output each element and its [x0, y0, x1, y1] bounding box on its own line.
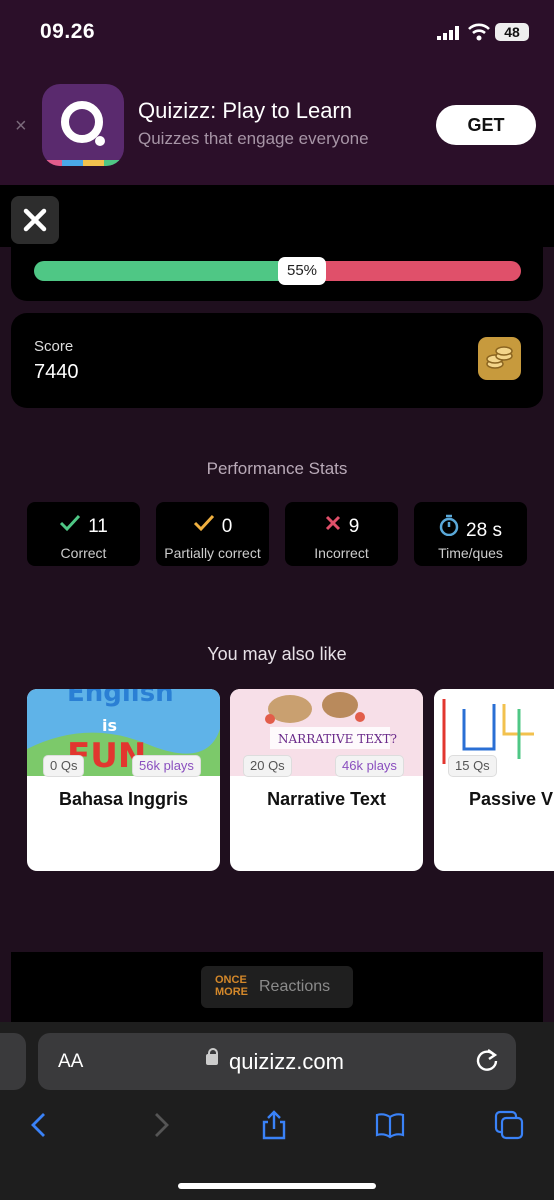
close-icon	[23, 208, 47, 232]
check-icon	[60, 514, 81, 532]
performance-title: Performance Stats	[206, 459, 348, 478]
url-text[interactable]: quizizz.com	[229, 1049, 344, 1075]
question-count-badge: 20 Qs	[243, 755, 292, 777]
quiz-card-title: Passive V	[469, 789, 554, 809]
signal-icon	[437, 26, 459, 40]
check-icon	[193, 514, 214, 532]
stat-value: 0	[221, 516, 233, 537]
bookmarks-icon[interactable]	[375, 1110, 405, 1140]
svg-text:is: is	[102, 716, 117, 735]
back-icon[interactable]	[25, 1110, 55, 1140]
stopwatch-icon	[439, 514, 459, 536]
get-button[interactable]: GET	[436, 105, 536, 145]
tabs-icon[interactable]	[494, 1110, 524, 1140]
home-indicator[interactable]	[178, 1183, 376, 1189]
cross-icon	[325, 515, 340, 531]
forward-icon[interactable]	[145, 1110, 175, 1140]
battery-icon: 48	[495, 23, 529, 41]
stat-incorrect: 9 Incorrect	[285, 502, 398, 566]
stat-label: Partially correct	[164, 545, 261, 561]
stat-time-per-question: 28 s Time/ques	[414, 502, 527, 566]
quiz-card[interactable]: 15 Qs Passive V	[434, 689, 554, 871]
quizizz-logo-icon	[42, 84, 124, 166]
svg-text:English: English	[67, 689, 174, 708]
stat-label: Incorrect	[314, 545, 369, 561]
previous-tab[interactable]	[0, 1033, 26, 1090]
wifi-icon	[468, 23, 490, 41]
reload-icon[interactable]	[474, 1047, 500, 1073]
score-card	[11, 313, 543, 408]
accuracy-bar-incorrect	[302, 261, 521, 281]
quiz-card-title: Bahasa Inggris	[58, 789, 189, 809]
lock-icon-body	[206, 1054, 218, 1065]
svg-text:NARRATIVE TEXT?: NARRATIVE TEXT?	[278, 732, 397, 746]
quiz-card-title: Narrative Text	[267, 789, 386, 809]
reactions-label: Reactions	[259, 978, 331, 995]
stat-label: Time/ques	[438, 545, 503, 561]
status-time: 09.26	[40, 20, 96, 43]
banner-close-icon[interactable]: ×	[15, 115, 27, 138]
question-count-badge: 0 Qs	[43, 755, 85, 777]
accuracy-percent: 55%	[278, 257, 326, 285]
text-size-button[interactable]: AA	[58, 1051, 83, 1073]
stat-label: Correct	[60, 545, 107, 561]
app-name: Quizizz: Play to Learn	[138, 98, 352, 123]
accuracy-bar-correct	[34, 261, 302, 281]
coins-icon[interactable]	[478, 337, 521, 380]
recommendations-title: You may also like	[207, 644, 347, 664]
score-label: Score	[34, 338, 74, 355]
stat-correct: 11 Correct	[27, 502, 140, 566]
question-count-badge: 15 Qs	[448, 755, 497, 777]
quiz-card[interactable]: NARRATIVE TEXT? 20 Qs 46k plays Narrativ…	[230, 689, 423, 871]
quiz-card[interactable]: English is FUN 0 Qs 56k plays Bahasa Ing…	[27, 689, 220, 871]
plays-badge: 56k plays	[132, 755, 201, 777]
plays-badge: 46k plays	[335, 755, 404, 777]
once-more-logo: ONCE MORE	[215, 974, 248, 998]
score-value: 7440	[34, 361, 79, 383]
stat-value: 28 s	[466, 520, 502, 541]
reactions-button[interactable]: ONCE MORE Reactions	[201, 966, 353, 1008]
stat-value: 11	[88, 516, 108, 537]
app-subtitle: Quizzes that engage everyone	[138, 129, 369, 148]
share-icon[interactable]	[259, 1110, 289, 1140]
quiz-top-bar	[0, 185, 554, 247]
stat-partially-correct: 0 Partially correct	[156, 502, 269, 566]
close-button[interactable]	[11, 196, 59, 244]
stat-value: 9	[348, 516, 360, 537]
